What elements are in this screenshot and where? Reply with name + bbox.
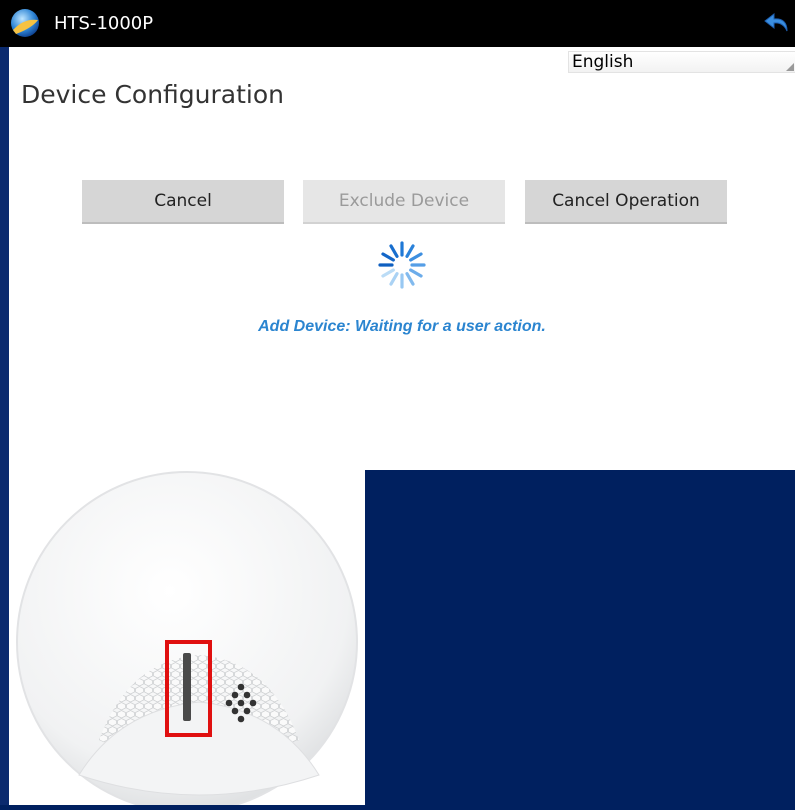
smoke-detector-illustration [16,471,358,810]
loading-spinner-icon [378,241,426,289]
globe-icon [11,9,39,37]
smoke-detector-image [9,470,365,810]
title-bar: HTS-1000P [0,0,795,47]
cancel-button[interactable]: Cancel [82,180,284,224]
dropdown-corner-icon [786,63,794,71]
cancel-operation-button[interactable]: Cancel Operation [525,180,727,224]
configuration-panel: English Device Configuration Cancel Excl… [9,47,795,470]
blank-panel [365,470,795,805]
left-edge [0,47,9,805]
language-select[interactable]: English [568,51,795,73]
back-arrow-icon[interactable] [763,9,791,37]
app-title: HTS-1000P [54,13,154,34]
exclude-device-button[interactable]: Exclude Device [303,180,505,224]
language-value: English [572,52,634,72]
page-title: Device Configuration [21,80,284,109]
status-message: Add Device: Waiting for a user action. [258,318,546,335]
